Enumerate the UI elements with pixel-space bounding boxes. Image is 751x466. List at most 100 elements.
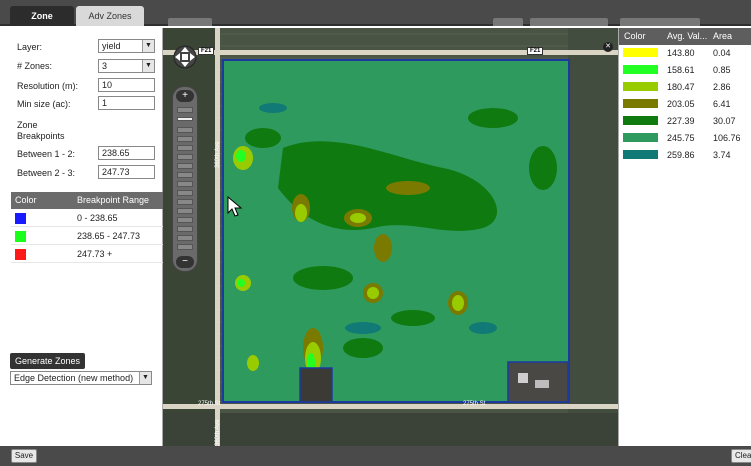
map-toolbar-button[interactable] bbox=[168, 18, 212, 26]
zoom-tick[interactable] bbox=[177, 226, 193, 232]
legend-header: Color Avg. Val... Area bbox=[619, 28, 751, 45]
legend-avg: 259.86 bbox=[667, 150, 695, 160]
legend-row: 227.39 30.07 bbox=[619, 113, 751, 130]
between23-label: Between 2 - 3: bbox=[17, 168, 76, 178]
zoom-tick[interactable] bbox=[177, 136, 193, 142]
zone-settings-panel: Layer: yield ▼ # Zones: 3 ▼ Resolution (… bbox=[8, 28, 163, 446]
zoom-slider[interactable]: + − bbox=[172, 86, 198, 272]
map-toolbar-button[interactable] bbox=[493, 18, 523, 26]
zones-select-value: 3 bbox=[102, 61, 108, 71]
color-swatch[interactable] bbox=[15, 231, 26, 242]
legend-header-area: Area bbox=[713, 31, 733, 41]
legend-area: 3.74 bbox=[713, 150, 731, 160]
clear-button[interactable]: Clea bbox=[731, 449, 751, 463]
zoom-tick[interactable] bbox=[177, 244, 193, 250]
zoom-tick[interactable] bbox=[177, 172, 193, 178]
building bbox=[535, 380, 549, 388]
road-label-f21: F21 bbox=[527, 47, 544, 55]
layer-label: Layer: bbox=[17, 42, 43, 52]
range-cell: 0 - 238.65 bbox=[77, 213, 118, 223]
legend-swatch bbox=[623, 116, 658, 125]
farmstead-1 bbox=[299, 367, 333, 403]
zoom-out-icon[interactable]: − bbox=[176, 256, 194, 268]
chevron-down-icon: ▼ bbox=[139, 372, 151, 384]
zoom-tick[interactable] bbox=[177, 208, 193, 214]
zoom-tick[interactable] bbox=[177, 217, 193, 223]
table-row[interactable]: 238.65 - 247.73 bbox=[11, 227, 163, 245]
zoom-tick[interactable] bbox=[177, 154, 193, 160]
breakpoints-title-line1: Zone bbox=[17, 120, 38, 130]
legend-area: 6.41 bbox=[713, 99, 731, 109]
legend-area: 30.07 bbox=[713, 116, 736, 126]
range-cell: 247.73 + bbox=[77, 249, 113, 259]
legend-area: 0.04 bbox=[713, 48, 731, 58]
resolution-input[interactable]: 10 bbox=[98, 78, 155, 92]
breakpoints-title-line2: Breakpoints bbox=[17, 131, 65, 141]
table-row[interactable]: 0 - 238.65 bbox=[11, 209, 163, 227]
legend-swatch bbox=[623, 48, 658, 57]
tab-bar: Zone Editor Adv Zones Rx bbox=[0, 0, 751, 41]
legend-row: 259.86 3.74 bbox=[619, 147, 751, 164]
legend-avg: 158.61 bbox=[667, 65, 695, 75]
road-f21 bbox=[163, 50, 618, 55]
road-label-360th-ave: 360th Ave bbox=[215, 141, 221, 168]
building bbox=[518, 373, 528, 383]
pan-control[interactable] bbox=[172, 42, 198, 72]
legend-swatch bbox=[623, 150, 658, 159]
legend-row: 245.75 106.76 bbox=[619, 130, 751, 147]
table-row[interactable]: 247.73 + bbox=[11, 245, 163, 263]
legend-swatch bbox=[623, 133, 658, 142]
color-swatch[interactable] bbox=[15, 249, 26, 260]
method-select-value: Edge Detection (new method) bbox=[14, 373, 134, 383]
between23-input[interactable]: 247.73 bbox=[98, 165, 155, 179]
zoom-tick[interactable] bbox=[177, 145, 193, 151]
mouse-cursor-icon bbox=[227, 196, 243, 217]
legend-area: 2.86 bbox=[713, 82, 731, 92]
legend-avg: 227.39 bbox=[667, 116, 695, 126]
zoom-tick[interactable] bbox=[177, 127, 193, 133]
zoom-tick[interactable] bbox=[177, 190, 193, 196]
zones-label: # Zones: bbox=[17, 61, 53, 71]
zoom-in-icon[interactable]: + bbox=[176, 90, 194, 102]
zoom-tick[interactable] bbox=[177, 181, 193, 187]
color-swatch[interactable] bbox=[15, 213, 26, 224]
legend-header-button[interactable] bbox=[620, 18, 700, 26]
method-select[interactable]: Edge Detection (new method) ▼ bbox=[10, 371, 152, 385]
legend-row: 180.47 2.86 bbox=[619, 79, 751, 96]
legend-row: 158.61 0.85 bbox=[619, 62, 751, 79]
header-color: Color bbox=[15, 195, 37, 205]
zoom-tick[interactable] bbox=[177, 199, 193, 205]
map-canvas[interactable]: F21 F21 360th Ave 275th St 275th St 360t… bbox=[163, 28, 618, 446]
chevron-down-icon: ▼ bbox=[142, 60, 154, 72]
legend-header-avg: Avg. Val... bbox=[667, 31, 708, 41]
between12-input[interactable]: 238.65 bbox=[98, 146, 155, 160]
layer-select[interactable]: yield ▼ bbox=[98, 39, 155, 53]
aerial-strip bbox=[163, 413, 618, 446]
tab-adv-zones-rx[interactable]: Adv Zones Rx bbox=[76, 6, 144, 41]
map-svg bbox=[163, 28, 618, 446]
legend-area: 106.76 bbox=[713, 133, 741, 143]
save-button[interactable]: Save bbox=[11, 449, 37, 463]
legend-avg: 245.75 bbox=[667, 133, 695, 143]
zones-select[interactable]: 3 ▼ bbox=[98, 59, 155, 73]
road-label-360th-ave: 360th Ave bbox=[215, 419, 221, 446]
header-range: Breakpoint Range bbox=[77, 195, 150, 205]
road-275th-st bbox=[163, 404, 618, 409]
road-label-275th-st: 275th St bbox=[198, 401, 221, 407]
zoom-tick[interactable] bbox=[177, 163, 193, 169]
breakpoint-table-header: Color Breakpoint Range bbox=[11, 192, 163, 209]
generate-zones-button[interactable]: Generate Zones bbox=[10, 353, 85, 369]
tab-zone-editor[interactable]: Zone Editor bbox=[10, 6, 74, 41]
zoom-tick[interactable] bbox=[177, 235, 193, 241]
zoom-tick[interactable] bbox=[177, 107, 193, 113]
legend-avg: 143.80 bbox=[667, 48, 695, 58]
close-icon[interactable]: ✕ bbox=[603, 42, 613, 52]
legend-avg: 203.05 bbox=[667, 99, 695, 109]
legend-swatch bbox=[623, 65, 658, 74]
zoom-handle[interactable] bbox=[177, 117, 193, 121]
legend-swatch bbox=[623, 99, 658, 108]
map-toolbar-button[interactable] bbox=[530, 18, 608, 26]
minsize-input[interactable]: 1 bbox=[98, 96, 155, 110]
legend-row: 203.05 6.41 bbox=[619, 96, 751, 113]
aerial-strip bbox=[568, 28, 618, 446]
